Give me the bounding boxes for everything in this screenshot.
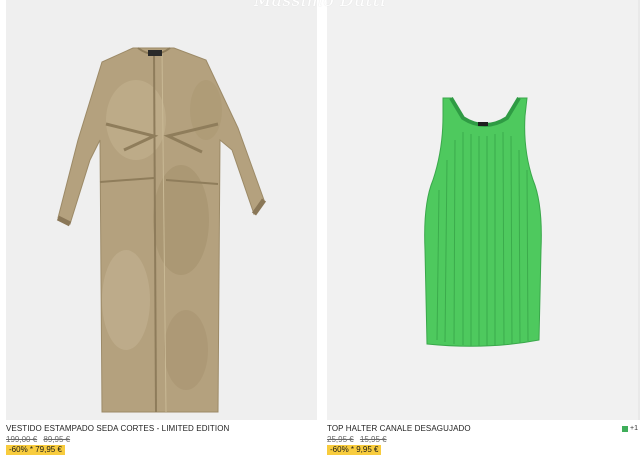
- discount-badge: -60% * 79,95 €: [6, 445, 65, 455]
- product-name[interactable]: VESTIDO ESTAMPADO SEDA CORTES - LIMITED …: [6, 424, 229, 433]
- product-prices: 25,95 € 15,95 €: [327, 435, 391, 444]
- product-image-top[interactable]: [327, 0, 638, 420]
- more-colors-count[interactable]: +1: [630, 425, 638, 432]
- halter-top-icon: [327, 0, 638, 420]
- product-name[interactable]: TOP HALTER CANALE DESAGUJADO: [327, 424, 471, 433]
- original-price: 25,95 €: [327, 435, 354, 444]
- brand-logo[interactable]: Massimo Dutti: [0, 0, 640, 11]
- color-swatch-green[interactable]: [622, 425, 629, 432]
- original-price: 199,00 €: [6, 435, 38, 444]
- product-card-top[interactable]: TOP HALTER CANALE DESAGUJADO 25,95 € 15,…: [327, 0, 638, 463]
- previous-price: 89,95 €: [43, 435, 71, 444]
- discount-badge: -60% * 9,95 €: [327, 445, 382, 455]
- product-card-dress[interactable]: VESTIDO ESTAMPADO SEDA CORTES - LIMITED …: [6, 0, 317, 463]
- previous-price: 15,95 €: [359, 435, 387, 444]
- dress-icon: [6, 0, 317, 420]
- color-swatches[interactable]: +1: [622, 425, 638, 432]
- product-prices: 199,00 € 89,95 €: [6, 435, 74, 444]
- product-image-dress[interactable]: [6, 0, 317, 420]
